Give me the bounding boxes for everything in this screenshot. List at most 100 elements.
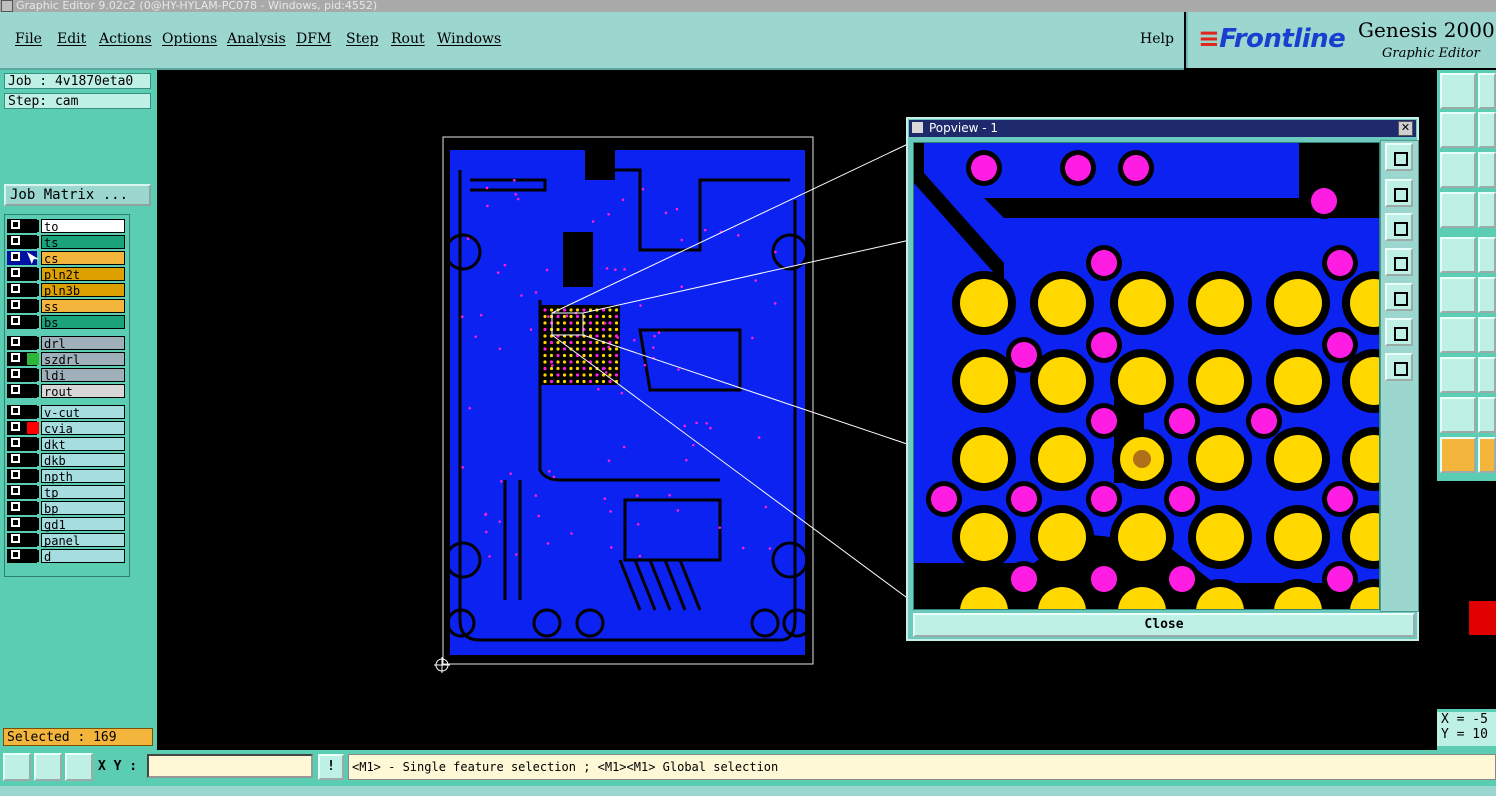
smd-pad[interactable] bbox=[1274, 435, 1322, 483]
home-view-icon[interactable] bbox=[1440, 73, 1476, 109]
layer-name[interactable]: dkt bbox=[41, 437, 125, 452]
via-pad[interactable] bbox=[1091, 486, 1117, 512]
layer-name[interactable]: npth bbox=[41, 469, 125, 484]
layer-row-cs[interactable]: cs bbox=[7, 251, 125, 266]
layer-checkbox[interactable] bbox=[11, 385, 20, 394]
layer-checkbox[interactable] bbox=[11, 470, 20, 479]
layer-checkbox[interactable] bbox=[11, 438, 20, 447]
smd-pad[interactable] bbox=[960, 357, 1008, 405]
layer-name[interactable]: bp bbox=[41, 501, 125, 516]
via-pad[interactable] bbox=[1251, 408, 1277, 434]
layer-row-bs[interactable]: bs bbox=[7, 315, 125, 330]
select-pointer-icon[interactable] bbox=[1440, 437, 1476, 473]
layer-checkbox[interactable] bbox=[11, 454, 20, 463]
layer-row-d[interactable]: d bbox=[7, 549, 125, 564]
via-pad[interactable] bbox=[1123, 155, 1149, 181]
popview-fit-icon[interactable] bbox=[1385, 318, 1413, 346]
layer-name[interactable]: ldi bbox=[41, 368, 125, 383]
angle-tool-icon[interactable] bbox=[1478, 397, 1496, 433]
layer-checkbox[interactable] bbox=[11, 337, 20, 346]
layer-checkbox[interactable] bbox=[11, 486, 20, 495]
via-pad[interactable] bbox=[1169, 408, 1195, 434]
menu-actions[interactable]: Actions bbox=[99, 31, 152, 47]
layer-row-bp[interactable]: bp bbox=[7, 501, 125, 516]
snap-tool-icon[interactable] bbox=[1440, 357, 1476, 393]
popview-canvas[interactable] bbox=[913, 142, 1380, 610]
angle-snap-icon[interactable] bbox=[34, 753, 62, 781]
layer-name[interactable]: pln3b bbox=[41, 283, 125, 298]
menu-windows[interactable]: Windows bbox=[437, 31, 501, 47]
layer-row-ldi[interactable]: ldi bbox=[7, 368, 125, 383]
layer-row-npth[interactable]: npth bbox=[7, 469, 125, 484]
pad-tool-icon[interactable] bbox=[1440, 237, 1476, 273]
layer-row-panel[interactable]: panel bbox=[7, 533, 125, 548]
pan-right-icon[interactable] bbox=[1478, 112, 1496, 148]
smd-pad[interactable] bbox=[1274, 279, 1322, 327]
popview-title-bar[interactable]: Popview - 1 ✕ bbox=[909, 120, 1416, 137]
layer-row-cvia[interactable]: cvia bbox=[7, 421, 125, 436]
layer-row-szdrl[interactable]: szdrl bbox=[7, 352, 125, 367]
layer-name[interactable]: gd1 bbox=[41, 517, 125, 532]
popview-pan-left-icon[interactable] bbox=[1385, 248, 1413, 276]
smd-pad[interactable] bbox=[1038, 435, 1086, 483]
layer-name[interactable]: pln2t bbox=[41, 267, 125, 282]
popview-zoom-in-icon[interactable] bbox=[1385, 143, 1413, 171]
layer-name[interactable]: dkb bbox=[41, 453, 125, 468]
layer-checkbox[interactable] bbox=[11, 252, 20, 261]
smd-pad[interactable] bbox=[1118, 513, 1166, 561]
select-box-icon[interactable] bbox=[1478, 437, 1496, 473]
pan-left-icon[interactable] bbox=[1440, 112, 1476, 148]
layer-row-dkb[interactable]: dkb bbox=[7, 453, 125, 468]
layer-checkbox[interactable] bbox=[11, 236, 20, 245]
layer-row-pln3b[interactable]: pln3b bbox=[7, 283, 125, 298]
layer-name[interactable]: to bbox=[41, 219, 125, 234]
smd-pad[interactable] bbox=[1118, 279, 1166, 327]
via-pad[interactable] bbox=[931, 486, 957, 512]
layer-checkbox[interactable] bbox=[11, 550, 20, 559]
grid-icon[interactable] bbox=[65, 753, 93, 781]
layer-checkbox[interactable] bbox=[11, 353, 20, 362]
via-pad[interactable] bbox=[1011, 566, 1037, 592]
smd-pad[interactable] bbox=[1196, 357, 1244, 405]
layer-row-dkt[interactable]: dkt bbox=[7, 437, 125, 452]
via-pad[interactable] bbox=[1327, 250, 1353, 276]
layer-checkbox[interactable] bbox=[11, 518, 20, 527]
alert-button[interactable]: ! bbox=[318, 754, 344, 780]
xy-input[interactable] bbox=[147, 754, 313, 778]
layer-row-drl[interactable]: drl bbox=[7, 336, 125, 351]
layer-row-rout[interactable]: rout bbox=[7, 384, 125, 399]
polygon-tool-icon[interactable] bbox=[1440, 397, 1476, 433]
layer-name[interactable]: ts bbox=[41, 235, 125, 250]
smd-pad[interactable] bbox=[1038, 513, 1086, 561]
layer-name[interactable]: ss bbox=[41, 299, 125, 314]
layer-checkbox[interactable] bbox=[11, 369, 20, 378]
smd-pad[interactable] bbox=[1038, 279, 1086, 327]
via-pad[interactable] bbox=[971, 155, 997, 181]
connect-tool-icon[interactable] bbox=[1440, 277, 1476, 313]
via-pad[interactable] bbox=[1091, 250, 1117, 276]
zoom-area-icon[interactable] bbox=[1478, 152, 1496, 188]
extra-view-icon[interactable] bbox=[1478, 192, 1496, 228]
draw-line-icon[interactable] bbox=[1440, 317, 1476, 353]
menu-step[interactable]: Step bbox=[346, 31, 378, 47]
via-pad[interactable] bbox=[1011, 342, 1037, 368]
measure-icon[interactable] bbox=[1440, 192, 1476, 228]
smd-pad[interactable] bbox=[960, 279, 1008, 327]
layer-row-tp[interactable]: tp bbox=[7, 485, 125, 500]
popview-center-icon[interactable] bbox=[1385, 353, 1413, 381]
via-pad[interactable] bbox=[1065, 155, 1091, 181]
via-pad[interactable] bbox=[1327, 566, 1353, 592]
layer-checkbox[interactable] bbox=[11, 316, 20, 325]
popview-close-icon[interactable]: ✕ bbox=[1398, 121, 1413, 136]
smd-pad[interactable] bbox=[960, 513, 1008, 561]
layer-name[interactable]: tp bbox=[41, 485, 125, 500]
layer-checkbox[interactable] bbox=[11, 422, 20, 431]
smd-pad[interactable] bbox=[1196, 513, 1244, 561]
menu-rout[interactable]: Rout bbox=[391, 31, 425, 47]
line-tool-icon[interactable] bbox=[1478, 237, 1496, 273]
layer-name[interactable]: szdrl bbox=[41, 352, 125, 367]
layer-name[interactable]: drl bbox=[41, 336, 125, 351]
menu-options[interactable]: Options bbox=[162, 31, 217, 47]
mini-map[interactable] bbox=[1437, 480, 1496, 709]
job-matrix-button[interactable]: Job Matrix ... bbox=[4, 184, 151, 206]
